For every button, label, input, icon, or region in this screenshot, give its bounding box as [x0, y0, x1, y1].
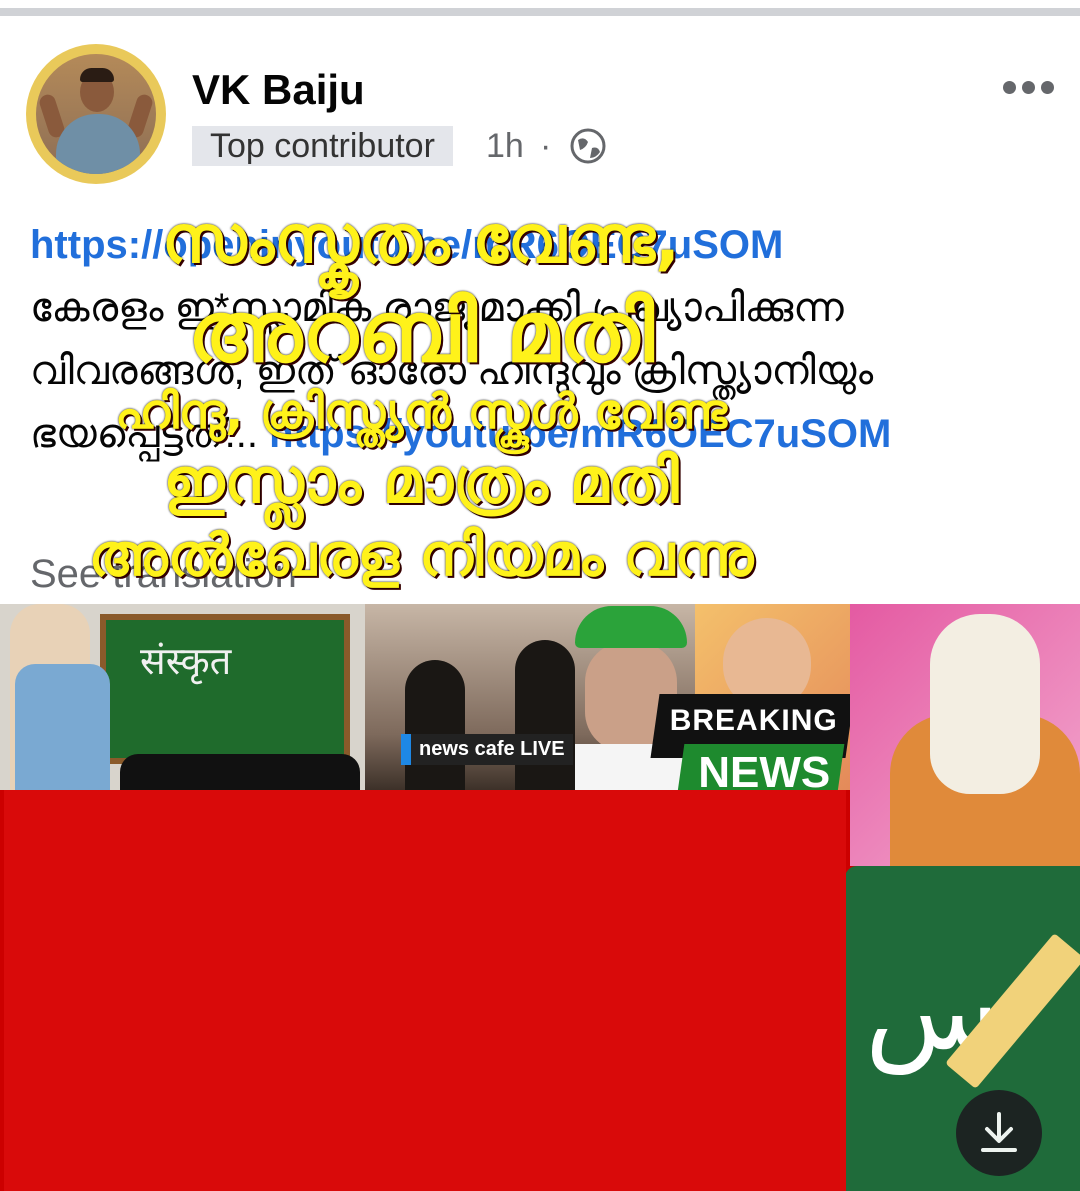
thumb-sage-image [850, 604, 1080, 866]
post-time[interactable]: 1h [486, 126, 524, 166]
headline-line-3: ഹിന്ദു, ക്രിസ്ത്യൻ സ്കൂൾ വേണ്ട [115, 384, 727, 440]
author-name[interactable]: VK Baiju [192, 66, 365, 114]
headline-line-4: ഇസ്ലാം മാത്രം മതി [163, 444, 679, 517]
top-contributor-badge[interactable]: Top contributor [192, 126, 453, 166]
top-divider [0, 0, 1080, 18]
headline-line-5: അൽഖേരള നിയമം വന്നു [88, 521, 754, 589]
video-thumbnail[interactable]: संस्कृत news cafe LIVE BREAKING NEWS س [0, 604, 1080, 1191]
thumb-board-word: संस्कृत [140, 639, 232, 683]
thumb-classroom-image: संस्कृत [0, 604, 365, 790]
news-cafe-live-tag: news cafe LIVE [401, 734, 573, 765]
author-avatar[interactable] [26, 44, 166, 184]
meta-separator: · [540, 127, 552, 165]
more-horizontal-icon[interactable] [998, 70, 1058, 104]
headline-line-2: അറബി മതി [187, 283, 655, 381]
headline-panel [4, 790, 846, 1191]
headline-line-1: സംസ്കൃതം വേണ്ട, [161, 201, 681, 278]
globe-icon[interactable] [570, 128, 606, 164]
download-icon[interactable] [956, 1090, 1042, 1176]
